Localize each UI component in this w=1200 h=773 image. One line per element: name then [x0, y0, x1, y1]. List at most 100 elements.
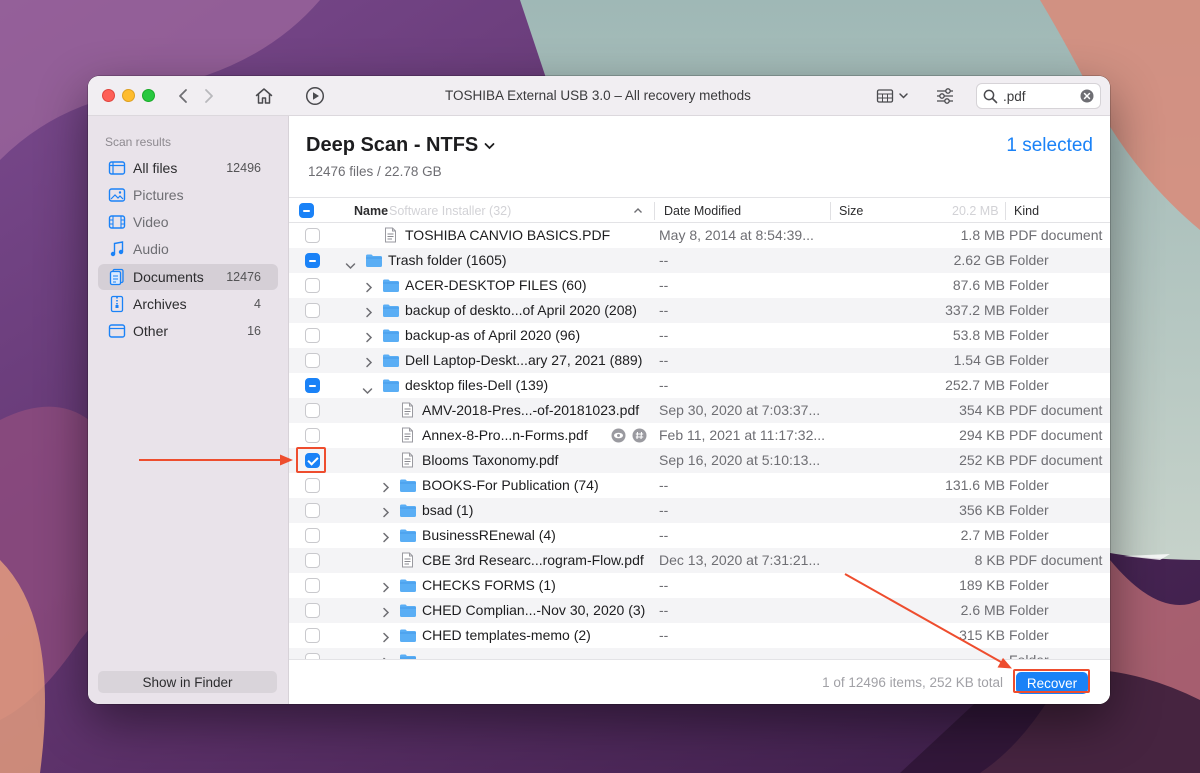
column-kind[interactable]: Kind — [1014, 204, 1039, 218]
preview-eye-icon[interactable] — [611, 428, 626, 443]
folder-icon — [399, 478, 417, 496]
selected-count[interactable]: 1 selected — [1006, 135, 1093, 157]
row-checkbox[interactable] — [305, 253, 320, 268]
column-header: Name Software Installer (32) Date Modifi… — [289, 197, 1110, 223]
folder-icon — [399, 628, 417, 646]
row-checkbox[interactable] — [305, 378, 320, 393]
clear-icon[interactable] — [1080, 89, 1094, 103]
row-checkbox[interactable] — [305, 603, 320, 618]
chevron-right-icon[interactable] — [365, 280, 373, 296]
column-separator[interactable] — [654, 202, 655, 220]
row-checkbox[interactable] — [305, 478, 320, 493]
row-checkbox[interactable] — [305, 528, 320, 543]
row-checkbox[interactable] — [305, 403, 320, 418]
sidebar-item-other[interactable]: Other 16 — [98, 318, 278, 344]
file-kind: Folder — [1009, 652, 1049, 659]
file-kind: PDF document — [1009, 402, 1103, 418]
scan-title: Deep Scan - NTFS — [306, 134, 479, 156]
date-modified: -- — [659, 252, 669, 268]
chevron-right-icon[interactable] — [382, 480, 390, 496]
back-button[interactable] — [174, 84, 192, 108]
table-row[interactable]: TOSHIBA CANVIO BASICS.PDF May 8, 2014 at … — [289, 223, 1110, 248]
date-modified: -- — [659, 502, 669, 518]
close-window-button[interactable] — [102, 89, 115, 102]
recover-highlight — [1013, 669, 1090, 693]
folder-icon — [399, 578, 417, 596]
zoom-window-button[interactable] — [142, 89, 155, 102]
column-size[interactable]: Size — [839, 204, 863, 218]
row-checkbox[interactable] — [305, 328, 320, 343]
date-modified: -- — [659, 327, 669, 343]
home-button[interactable] — [253, 84, 275, 108]
table-row[interactable]: CBE 3rd Researc...rogram-Flow.pdf Dec 13,… — [289, 548, 1110, 573]
scan-title-dropdown[interactable]: Deep Scan - NTFS — [306, 134, 495, 157]
row-checkbox[interactable] — [305, 303, 320, 318]
table-row[interactable]: CHED Complian...-Nov 30, 2020 (3) -- 2.6 M… — [289, 598, 1110, 623]
sidebar-item-archives[interactable]: Archives 4 — [98, 291, 278, 317]
view-mode-button[interactable] — [875, 84, 911, 108]
forward-button[interactable] — [200, 84, 218, 108]
file-kind: Folder — [1009, 502, 1049, 518]
file-name: Trash folder (1605) — [388, 252, 507, 268]
row-checkbox[interactable] — [305, 553, 320, 568]
sidebar-item-video[interactable]: Video — [98, 209, 278, 235]
sidebar-item-audio[interactable]: Audio — [98, 236, 278, 262]
select-all-checkbox[interactable] — [299, 203, 314, 218]
play-button[interactable] — [304, 84, 326, 108]
table-row[interactable]: bsad (1) -- 356 KB Folder — [289, 498, 1110, 523]
chevron-right-icon[interactable] — [382, 580, 390, 596]
table-row[interactable]: desktop files-Dell (139) -- 252.7 MB Folder — [289, 373, 1110, 398]
window-title: TOSHIBA External USB 3.0 – All recovery … — [445, 88, 751, 103]
row-checkbox[interactable] — [305, 353, 320, 368]
column-separator[interactable] — [1005, 202, 1006, 220]
date-modified: -- — [659, 277, 669, 293]
chevron-right-icon[interactable] — [382, 530, 390, 546]
row-checkbox[interactable] — [305, 428, 320, 443]
all-files-icon — [108, 159, 126, 177]
row-checkbox[interactable] — [305, 628, 320, 643]
filter-settings-button[interactable] — [934, 84, 956, 108]
table-row[interactable]: Annex-8-Pro...n-Forms.pdf Feb 11, 2021 at… — [289, 423, 1110, 448]
row-checkbox[interactable] — [305, 578, 320, 593]
table-row[interactable]: backup-as of April 2020 (96) -- 53.8 MB Fol… — [289, 323, 1110, 348]
table-row[interactable]: Trash folder (1605) -- 2.62 GB Folder — [289, 248, 1110, 273]
row-checkbox[interactable] — [305, 228, 320, 243]
chevron-right-icon[interactable] — [382, 505, 390, 521]
minimize-window-button[interactable] — [122, 89, 135, 102]
table-row[interactable]: Dell Laptop-Deskt...ary 27, 2021 (889) --… — [289, 348, 1110, 373]
chevron-down-icon[interactable] — [362, 382, 373, 398]
chevron-right-icon[interactable] — [382, 630, 390, 646]
column-name[interactable]: Name — [354, 204, 388, 218]
row-checkbox[interactable] — [305, 503, 320, 518]
file-size: 356 KB — [959, 502, 1005, 518]
search-input[interactable] — [1003, 87, 1073, 105]
sort-ascending-icon[interactable] — [633, 207, 643, 214]
chevron-right-icon[interactable] — [382, 605, 390, 621]
hash-icon[interactable] — [632, 428, 647, 443]
table-row[interactable]: Blooms Taxonomy.pdf Sep 16, 2020 at 5:10:… — [289, 448, 1110, 473]
table-row[interactable]: ACER-DESKTOP FILES (60) -- 87.6 MB Folder — [289, 273, 1110, 298]
show-in-finder-button[interactable]: Show in Finder — [98, 671, 277, 693]
chevron-right-icon[interactable] — [365, 355, 373, 371]
file-kind: PDF document — [1009, 227, 1103, 243]
sidebar-item-pictures[interactable]: Pictures — [98, 182, 278, 208]
row-checkbox[interactable] — [305, 278, 320, 293]
sidebar-item-all-files[interactable]: All files 12496 — [98, 155, 278, 181]
chevron-right-icon[interactable] — [365, 330, 373, 346]
table-row[interactable]: CHECKS FORMS (1) -- 189 KB Folder — [289, 573, 1110, 598]
search-box[interactable] — [976, 83, 1101, 109]
chevron-right-icon[interactable] — [365, 305, 373, 321]
column-separator[interactable] — [830, 202, 831, 220]
table-row[interactable]: AMV-2018-Pres...-of-20181023.pdf Sep 30, … — [289, 398, 1110, 423]
audio-icon — [108, 240, 126, 258]
sidebar-item-documents[interactable]: Documents 12476 — [98, 264, 278, 290]
table-row[interactable]: BOOKS-For Publication (74) -- 131.6 MB Fold… — [289, 473, 1110, 498]
column-date-modified[interactable]: Date Modified — [664, 204, 741, 218]
table-row[interactable]: -- Folder — [289, 648, 1110, 659]
table-row[interactable]: BusinessREnewal (4) -- 2.7 MB Folder — [289, 523, 1110, 548]
file-kind: PDF document — [1009, 427, 1103, 443]
chevron-down-icon[interactable] — [345, 257, 356, 273]
date-modified: Dec 13, 2020 at 7:31:21... — [659, 552, 821, 568]
table-row[interactable]: CHED templates-memo (2) -- 315 KB Folder — [289, 623, 1110, 648]
table-row[interactable]: backup of deskto...of April 2020 (208) --… — [289, 298, 1110, 323]
